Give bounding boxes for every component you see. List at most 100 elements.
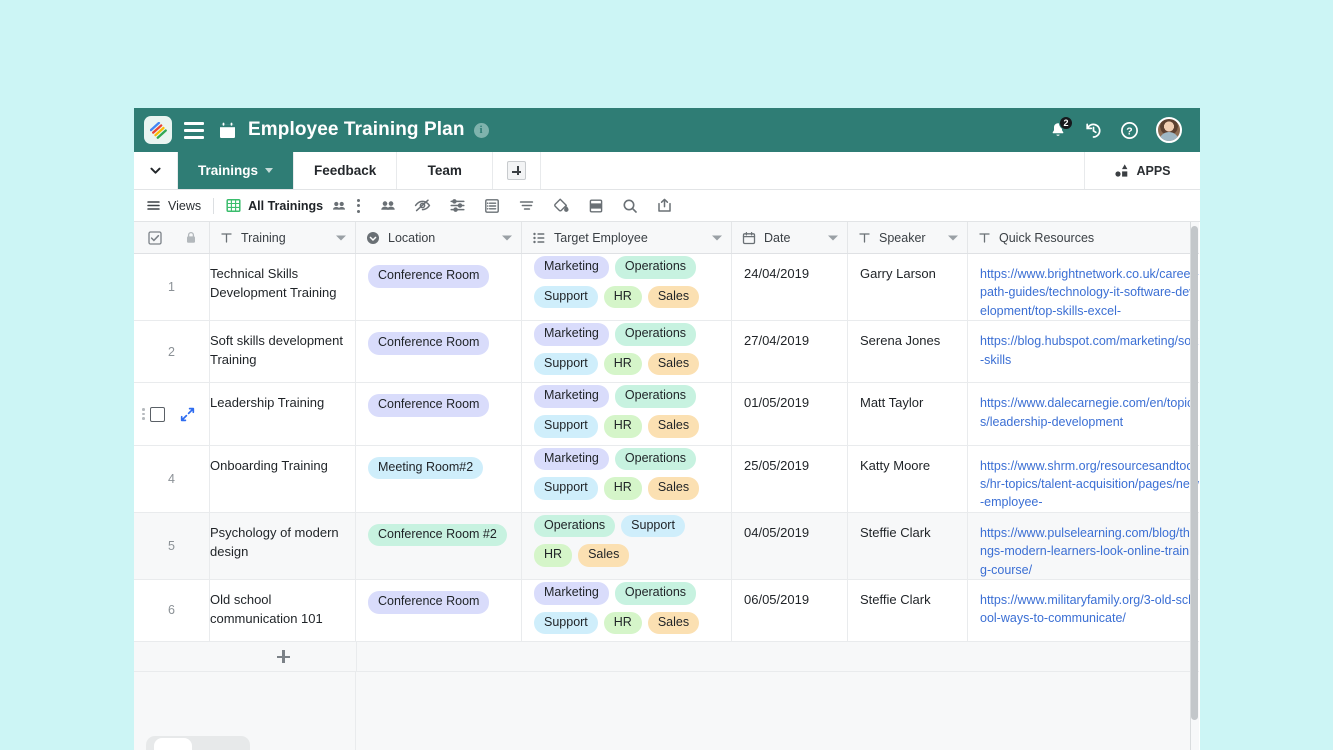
bottom-tab-partial[interactable]	[146, 736, 250, 750]
vertical-scrollbar[interactable]	[1191, 222, 1198, 750]
cell-location[interactable]: Meeting Room#2	[356, 446, 522, 512]
cell-location[interactable]: Conference Room	[356, 254, 522, 320]
cell-quick-resources[interactable]: https://www.shrm.org/resourcesandtools/h…	[968, 446, 1199, 512]
share-icon[interactable]	[647, 197, 682, 214]
collaborative-view-icon	[332, 199, 346, 213]
cell-date[interactable]: 27/04/2019	[732, 321, 848, 382]
cell-speaker[interactable]: Steffie Clark	[848, 513, 968, 579]
row-checkbox-icon[interactable]	[150, 407, 165, 422]
current-view-button[interactable]: All Trainings	[226, 198, 346, 213]
apps-button[interactable]: APPS	[1085, 152, 1200, 189]
cell-quick-resources[interactable]: https://blog.hubspot.com/marketing/soft-…	[968, 321, 1199, 382]
bottom-tab-knob	[154, 738, 192, 750]
collapse-sidebar-chevron-down-icon[interactable]	[134, 152, 178, 189]
row-hover-controls[interactable]	[134, 383, 210, 444]
resource-link[interactable]: https://www.brightnetwork.co.uk/career-p…	[980, 265, 1199, 320]
history-icon[interactable]	[1084, 121, 1103, 140]
cell-training[interactable]: Onboarding Training	[210, 446, 356, 512]
chevron-down-icon[interactable]	[948, 235, 958, 240]
cell-quick-resources[interactable]: https://www.dalecarnegie.com/en/topics/l…	[968, 383, 1199, 444]
cell-date[interactable]: 04/05/2019	[732, 513, 848, 579]
table-row[interactable]: 6Old school communication 101Conference …	[134, 580, 1199, 642]
table-row[interactable]: 2Soft skills development TrainingConfere…	[134, 321, 1199, 383]
cell-location[interactable]: Conference Room	[356, 383, 522, 444]
cell-training[interactable]: Old school communication 101	[210, 580, 356, 641]
cell-training[interactable]: Soft skills development Training	[210, 321, 356, 382]
cell-speaker[interactable]: Steffie Clark	[848, 580, 968, 641]
cell-training[interactable]: Technical Skills Development Training	[210, 254, 356, 320]
cell-location[interactable]: Conference Room #2	[356, 513, 522, 579]
column-header-location[interactable]: Location	[356, 222, 522, 253]
cell-date[interactable]: 01/05/2019	[732, 383, 848, 444]
cell-quick-resources[interactable]: https://www.brightnetwork.co.uk/career-p…	[968, 254, 1199, 320]
cell-speaker[interactable]: Matt Taylor	[848, 383, 968, 444]
scrollbar-thumb[interactable]	[1191, 226, 1198, 720]
bell-icon[interactable]: 2	[1049, 121, 1067, 139]
cell-date[interactable]: 25/05/2019	[732, 446, 848, 512]
table-row[interactable]: 1Technical Skills Development TrainingCo…	[134, 254, 1199, 321]
cell-speaker[interactable]: Katty Moore	[848, 446, 968, 512]
resource-link[interactable]: https://blog.hubspot.com/marketing/soft-…	[980, 332, 1199, 369]
column-header-speaker[interactable]: Speaker	[848, 222, 968, 253]
expand-record-icon[interactable]	[180, 407, 195, 422]
search-icon[interactable]	[613, 198, 647, 214]
add-record-button[interactable]	[210, 650, 356, 663]
checkbox-checked-icon[interactable]	[148, 231, 162, 245]
info-icon[interactable]: i	[474, 123, 489, 138]
views-button[interactable]: Views	[146, 198, 201, 213]
cell-target-employee[interactable]: MarketingOperationsSupportHRSales	[522, 321, 732, 382]
chevron-down-icon[interactable]	[828, 235, 838, 240]
tab-feedback[interactable]: Feedback	[294, 152, 397, 189]
cell-training[interactable]: Leadership Training	[210, 383, 356, 444]
cell-location[interactable]: Conference Room	[356, 321, 522, 382]
filter-icon[interactable]	[440, 197, 475, 214]
cell-training[interactable]: Psychology of modern design	[210, 513, 356, 579]
chevron-down-icon[interactable]	[712, 235, 722, 240]
resource-link[interactable]: https://www.shrm.org/resourcesandtools/h…	[980, 457, 1199, 512]
table-row[interactable]: 5Psychology of modern designConference R…	[134, 513, 1199, 580]
cell-target-employee[interactable]: MarketingOperationsSupportHRSales	[522, 383, 732, 444]
column-header-target-employee[interactable]: Target Employee	[522, 222, 732, 253]
column-header-date[interactable]: Date	[732, 222, 848, 253]
chevron-down-icon[interactable]	[502, 235, 512, 240]
resource-link[interactable]: https://www.pulselearning.com/blog/thing…	[980, 524, 1199, 579]
avatar[interactable]	[1156, 117, 1182, 143]
column-header-training[interactable]: Training	[210, 222, 356, 253]
add-record-row[interactable]	[134, 642, 1199, 672]
row-height-icon[interactable]	[579, 198, 613, 214]
tab-trainings[interactable]: Trainings	[178, 152, 294, 189]
table-row[interactable]: 4Onboarding TrainingMeeting Room#2Market…	[134, 446, 1199, 513]
add-tab-button[interactable]	[493, 152, 541, 189]
header-row-controls	[134, 222, 210, 253]
cell-speaker[interactable]: Garry Larson	[848, 254, 968, 320]
drag-handle-icon[interactable]	[142, 408, 145, 420]
cell-date[interactable]: 06/05/2019	[732, 580, 848, 641]
sort-icon[interactable]	[509, 197, 544, 214]
employee-tag: Marketing	[534, 323, 609, 346]
cell-location[interactable]: Conference Room	[356, 580, 522, 641]
collaborators-icon[interactable]	[371, 198, 405, 214]
hamburger-menu-icon[interactable]	[184, 122, 204, 139]
app-logo-icon[interactable]	[144, 116, 172, 144]
help-icon[interactable]: ?	[1120, 121, 1139, 140]
chevron-down-icon[interactable]	[265, 168, 273, 173]
table-row[interactable]: Leadership TrainingConference RoomMarket…	[134, 383, 1199, 445]
more-options-icon[interactable]	[346, 199, 371, 213]
cell-speaker[interactable]: Serena Jones	[848, 321, 968, 382]
cell-quick-resources[interactable]: https://www.pulselearning.com/blog/thing…	[968, 513, 1199, 579]
group-icon[interactable]	[475, 198, 509, 214]
cell-quick-resources[interactable]: https://www.militaryfamily.org/3-old-sch…	[968, 580, 1199, 641]
resource-link[interactable]: https://www.dalecarnegie.com/en/topics/l…	[980, 394, 1199, 431]
calendar-icon[interactable]	[218, 121, 237, 140]
cell-date[interactable]: 24/04/2019	[732, 254, 848, 320]
resource-link[interactable]: https://www.militaryfamily.org/3-old-sch…	[980, 591, 1199, 628]
tab-team[interactable]: Team	[397, 152, 493, 189]
color-fill-icon[interactable]	[544, 197, 579, 214]
chevron-down-icon[interactable]	[336, 235, 346, 240]
cell-target-employee[interactable]: MarketingOperationsSupportHRSales	[522, 254, 732, 320]
hide-fields-icon[interactable]	[405, 197, 440, 214]
column-header-quick-resources[interactable]: Quick Resources	[968, 222, 1199, 253]
cell-target-employee[interactable]: MarketingOperationsSupportHRSales	[522, 580, 732, 641]
cell-target-employee[interactable]: OperationsSupportHRSales	[522, 513, 732, 579]
cell-target-employee[interactable]: MarketingOperationsSupportHRSales	[522, 446, 732, 512]
